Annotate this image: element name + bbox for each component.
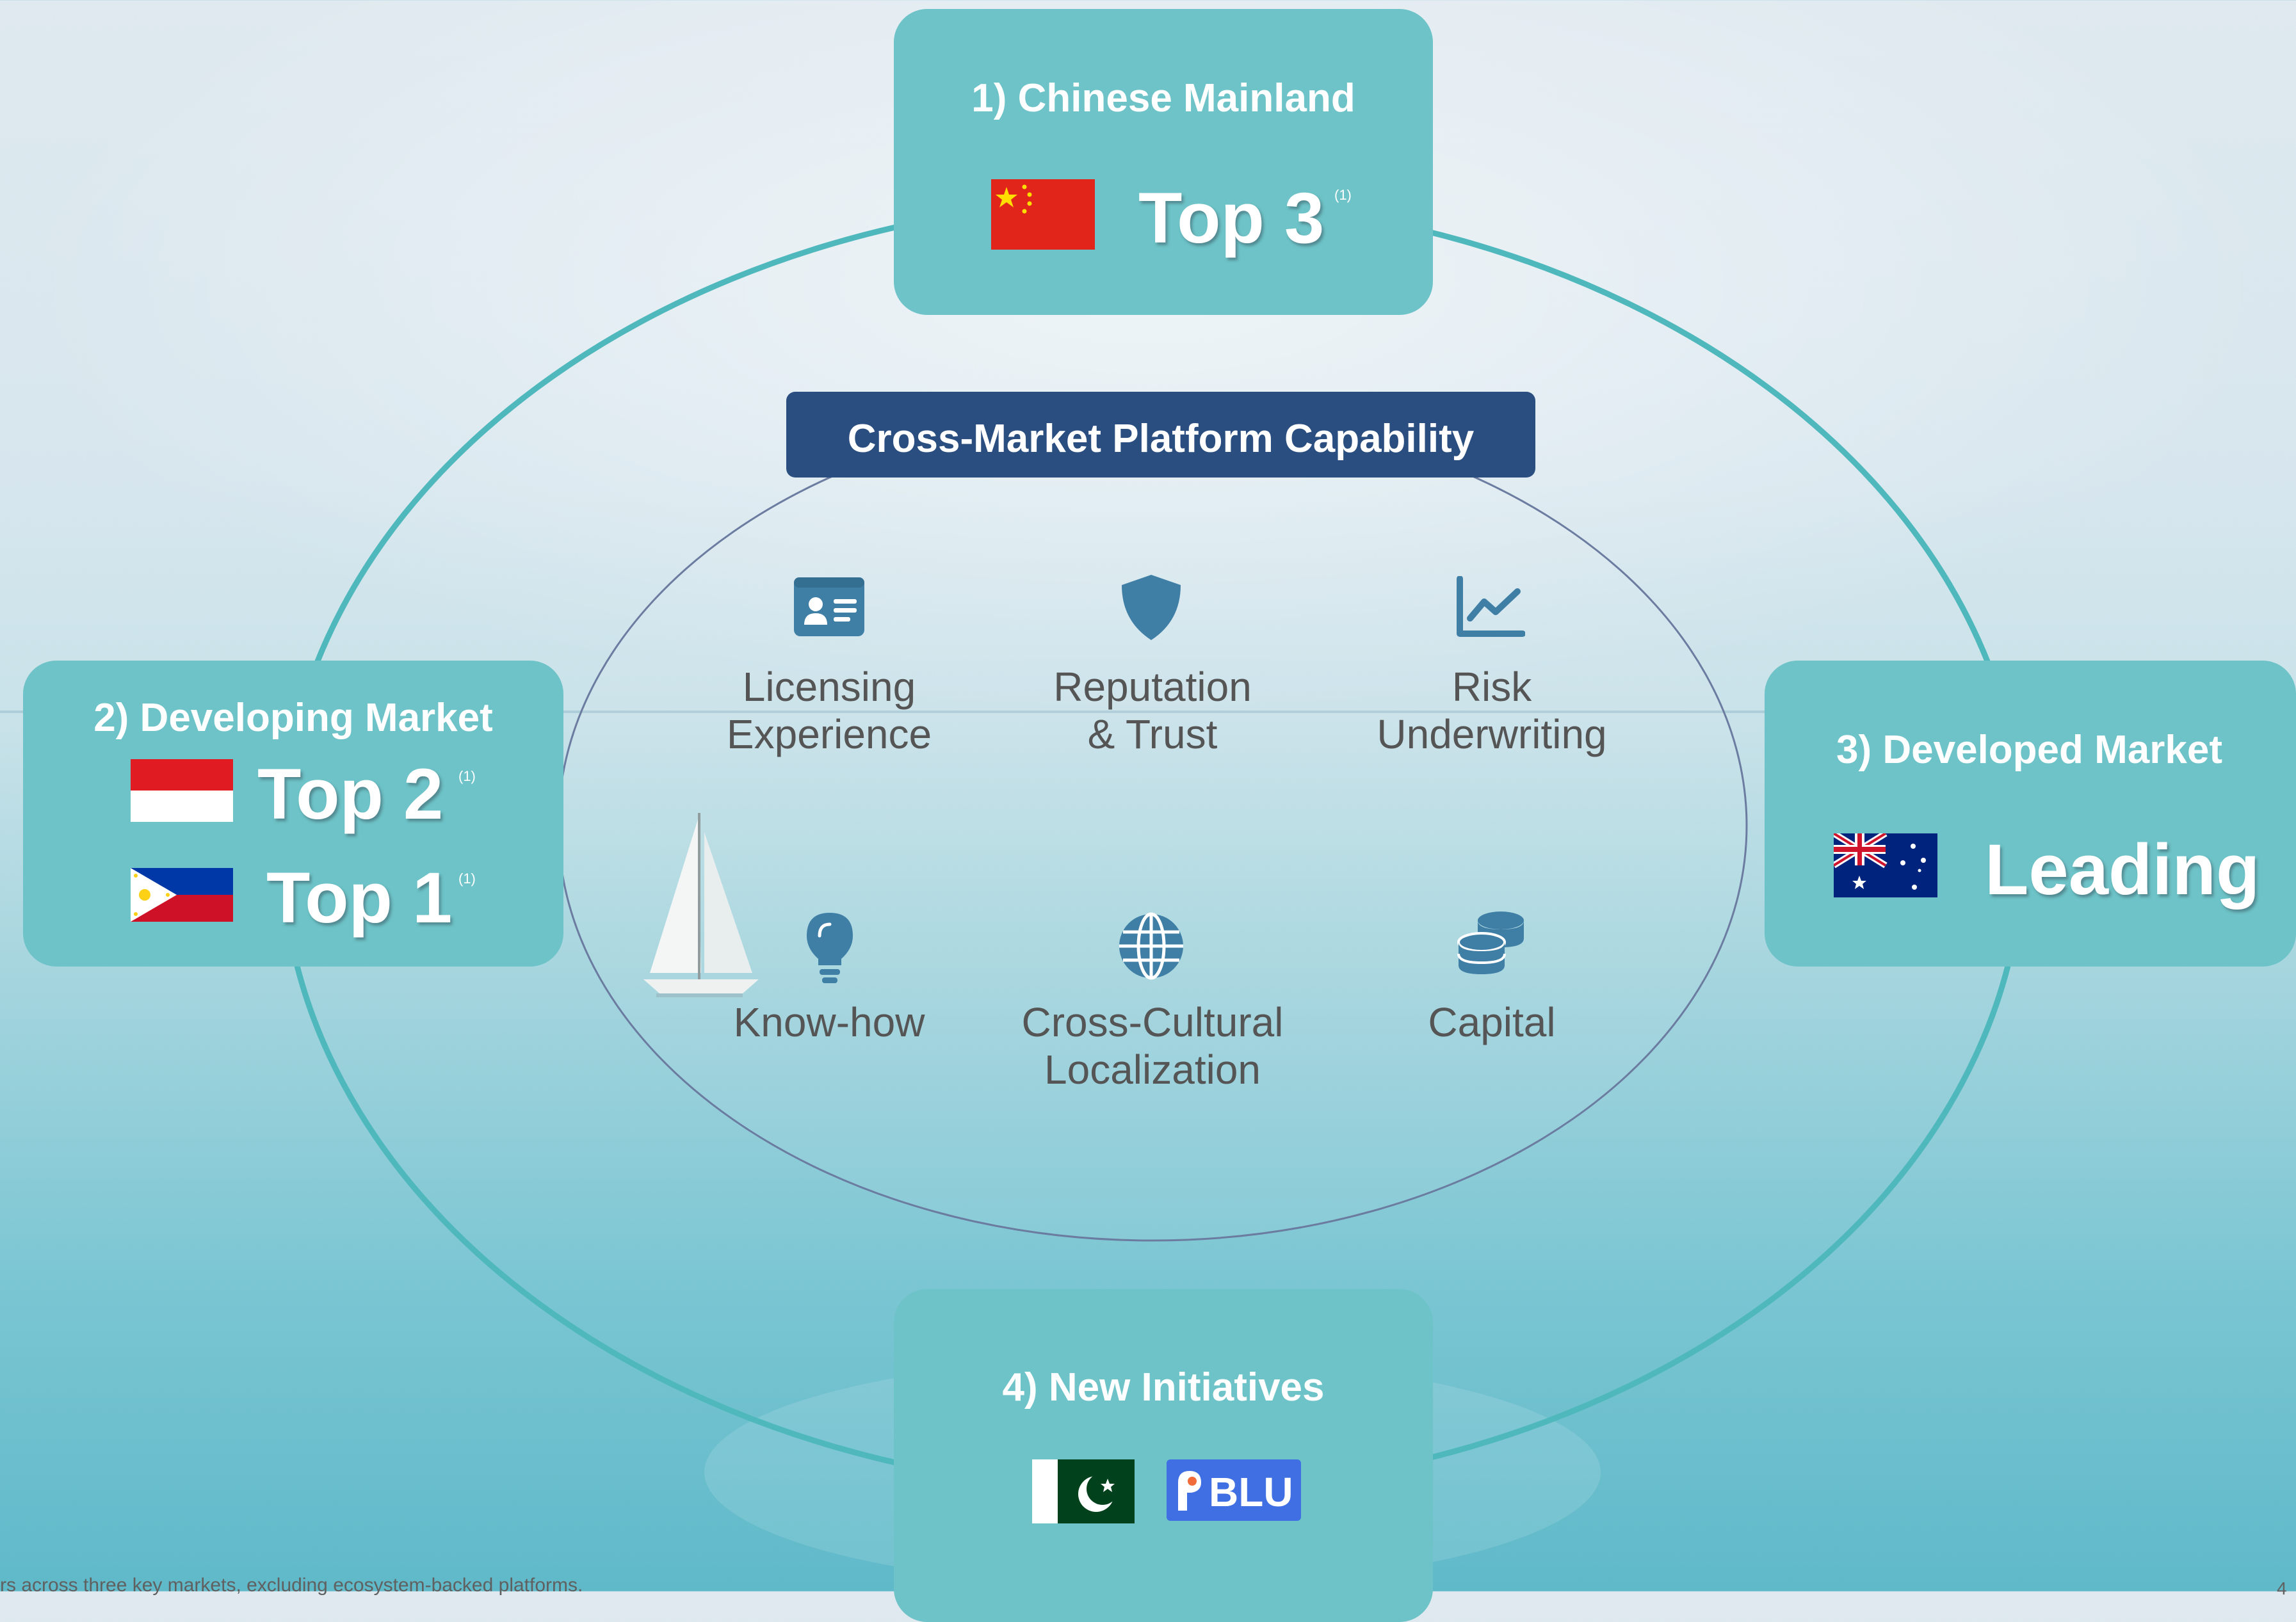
indonesia-rank-footnote-ref: (1) bbox=[458, 768, 476, 784]
pakistan-flag-icon bbox=[1032, 1459, 1135, 1523]
new-initiatives-title: 4) New Initiatives bbox=[1002, 1365, 1325, 1409]
developing-market-title: 2) Developing Market bbox=[93, 696, 493, 740]
philippines-rank-footnote-ref: (1) bbox=[458, 871, 476, 887]
capability-label-localization: Cross-Cultural Localization bbox=[1021, 999, 1284, 1093]
capability-label-risk: Risk Underwriting bbox=[1377, 664, 1607, 757]
developed-rank: Leading bbox=[1985, 830, 2260, 910]
capability-label-reputation: Reputation & Trust bbox=[1053, 664, 1252, 757]
capability-ellipse bbox=[557, 410, 1748, 1242]
china-market-box: 1) Chinese Mainland Top 3 (1) bbox=[894, 9, 1433, 315]
capability-header: Cross-Market Platform Capability bbox=[786, 392, 1535, 478]
indonesia-rank: Top 2 bbox=[257, 754, 444, 834]
line-chart-icon bbox=[1457, 576, 1525, 637]
capability-title: Cross-Market Platform Capability bbox=[847, 417, 1475, 461]
philippines-rank: Top 1 bbox=[266, 858, 453, 938]
china-market-title: 1) Chinese Mainland bbox=[971, 76, 1355, 120]
developing-market-box: 2) Developing Market Top 2 (1) Top 1 (1) bbox=[23, 661, 563, 967]
capability-label-knowhow: Know-how bbox=[733, 999, 925, 1045]
developed-market-title: 3) Developed Market bbox=[1836, 728, 2222, 772]
page-number: 4 bbox=[2277, 1578, 2287, 1598]
capability-label-capital: Capital bbox=[1428, 999, 1556, 1045]
china-rank: Top 3 bbox=[1138, 178, 1325, 258]
indonesia-flag-icon bbox=[131, 759, 233, 822]
id-card-icon bbox=[794, 577, 864, 636]
australia-flag-icon bbox=[1834, 833, 1937, 897]
coins-icon bbox=[1457, 911, 1524, 974]
shield-icon bbox=[1122, 575, 1181, 640]
footnote-text: rs across three key markets, excluding e… bbox=[0, 1575, 583, 1596]
blu-logo-text: BLU bbox=[1209, 1469, 1293, 1515]
developed-market-box: 3) Developed Market Leading bbox=[1765, 661, 2296, 967]
new-initiatives-box: 4) New Initiatives BLU bbox=[894, 1289, 1433, 1622]
lightbulb-icon bbox=[807, 913, 853, 983]
blu-logo-mark-icon bbox=[1178, 1471, 1201, 1511]
philippines-flag-icon bbox=[131, 868, 233, 922]
china-rank-footnote-ref: (1) bbox=[1334, 187, 1352, 203]
capability-label-licensing: Licensing Experience bbox=[726, 664, 932, 757]
china-flag-icon bbox=[991, 179, 1095, 250]
globe-icon bbox=[1119, 912, 1183, 980]
blu-logo: BLU bbox=[1167, 1459, 1301, 1521]
